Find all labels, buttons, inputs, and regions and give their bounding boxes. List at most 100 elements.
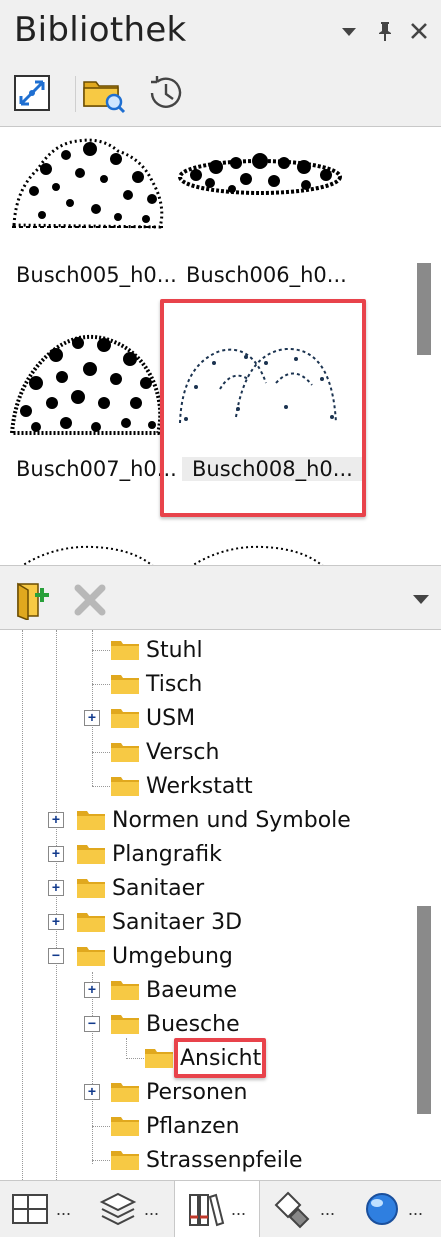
- tree-guide-line: [92, 972, 93, 1164]
- tree-expander[interactable]: +: [84, 1084, 100, 1100]
- pin-button[interactable]: [372, 18, 398, 44]
- tab-more-dots: ...: [408, 1199, 424, 1219]
- folder-icon: [77, 811, 105, 830]
- clock-history-icon: [150, 76, 182, 108]
- tree-item[interactable]: Versch: [110, 736, 219, 768]
- tree-expander[interactable]: +: [48, 812, 64, 828]
- tree-menu-button[interactable]: [408, 586, 434, 617]
- panel-title: Bibliothek: [14, 10, 187, 50]
- tab-objects[interactable]: ...: [264, 1181, 350, 1237]
- tree-item-label: Personen: [146, 1079, 248, 1105]
- panel-header: Bibliothek: [0, 0, 441, 62]
- tree-item-label: Tisch: [146, 671, 203, 697]
- tab-more-dots: ...: [320, 1199, 336, 1219]
- tree-expander[interactable]: +: [48, 846, 64, 862]
- tree-item[interactable]: Buesche: [110, 1008, 240, 1040]
- tree-item-label: Versch: [146, 739, 220, 765]
- tree-toolbar: [0, 566, 441, 630]
- thumbnail-label: Busch007_h0...: [16, 457, 177, 481]
- close-button[interactable]: [406, 18, 432, 44]
- folder-icon: [111, 1015, 139, 1034]
- folder-icon: [77, 913, 105, 932]
- tree-item[interactable]: Sanitaer: [76, 872, 204, 904]
- folder-icon: [77, 845, 105, 864]
- tree-item[interactable]: USM: [110, 702, 195, 734]
- tree-guide-line: [22, 630, 23, 1180]
- bush-thumbnail-image: [12, 138, 166, 229]
- tree-item[interactable]: Werkstatt: [110, 770, 253, 802]
- folder-icon: [111, 743, 139, 762]
- folder-icon: [77, 947, 105, 966]
- tab-library[interactable]: ...: [174, 1181, 260, 1237]
- tree-guide-line: [92, 1160, 110, 1161]
- tree-item[interactable]: Pflanzen: [110, 1110, 240, 1142]
- tree-item[interactable]: Stuhl: [110, 634, 203, 666]
- tree-expander[interactable]: +: [84, 710, 100, 726]
- thumbnail-label: Busch005_h0...: [16, 263, 177, 287]
- tree-guide-line: [92, 786, 110, 787]
- objects-shapes-icon: [274, 1191, 310, 1229]
- tab-layout[interactable]: ...: [0, 1181, 86, 1237]
- delete-button[interactable]: [72, 582, 108, 623]
- tree-expander[interactable]: +: [48, 914, 64, 930]
- folder-icon: [145, 1049, 173, 1068]
- tree-item[interactable]: Strassenpfeile: [110, 1144, 303, 1176]
- folder-icon: [111, 709, 139, 728]
- folder-icon: [111, 675, 139, 694]
- tree-item-label: Umgebung: [112, 943, 233, 969]
- tree-guide-line: [92, 650, 110, 651]
- tree-expander[interactable]: −: [48, 948, 64, 964]
- pin-icon: [379, 22, 391, 41]
- thumbnail-item[interactable]: Busch005_h0...: [6, 129, 177, 339]
- scale-diagonal-icon: [14, 75, 50, 111]
- tab-more-dots: ...: [56, 1199, 72, 1219]
- history-button[interactable]: [144, 72, 186, 114]
- tree-item-label: Pflanzen: [146, 1113, 240, 1139]
- tree-item-label: Plangrafik: [112, 841, 222, 867]
- tab-more-dots: ...: [231, 1199, 247, 1219]
- tree-expander[interactable]: +: [84, 982, 100, 998]
- tree-item-label: Stuhl: [146, 637, 203, 663]
- tree-guide-line: [56, 630, 57, 1180]
- thumbnail-label: Busch006_h0...: [186, 263, 347, 287]
- tree-item[interactable]: Plangrafik: [76, 838, 222, 870]
- new-folder-button[interactable]: [14, 580, 54, 625]
- library-toolbar: [0, 62, 441, 126]
- thumbnail-item[interactable]: Busch007_h0...: [6, 323, 177, 533]
- tree-scrollbar-thumb[interactable]: [417, 906, 431, 1114]
- layers-stack-icon: [99, 1192, 137, 1226]
- triangle-down-icon: [342, 28, 356, 36]
- thumbnail-scrollbar-thumb[interactable]: [417, 263, 431, 355]
- tree-item[interactable]: Umgebung: [76, 940, 233, 972]
- tree-item-label: Werkstatt: [146, 773, 253, 799]
- tree-item[interactable]: Personen: [110, 1076, 247, 1108]
- tree-guide-line: [92, 752, 110, 753]
- new-folder-icon: [17, 582, 49, 622]
- tree-expander[interactable]: −: [84, 1016, 100, 1032]
- tree-expander[interactable]: +: [48, 880, 64, 896]
- globe-sphere-icon: [366, 1193, 398, 1225]
- tab-globe[interactable]: ...: [352, 1181, 438, 1237]
- bush-thumbnail-image: [178, 153, 342, 195]
- tab-layers[interactable]: ...: [88, 1181, 174, 1237]
- bush-thumbnail-image: [191, 545, 324, 565]
- tree-item[interactable]: Normen und Symbole: [76, 804, 351, 836]
- folder-icon: [111, 1151, 139, 1170]
- tree-guide-line: [126, 1058, 144, 1059]
- browse-folder-button[interactable]: [82, 72, 128, 114]
- close-icon: [411, 23, 427, 39]
- bush-thumbnail-image: [9, 334, 163, 435]
- delete-x-icon: [74, 584, 106, 616]
- tab-more-dots: ...: [144, 1199, 160, 1219]
- tree-item[interactable]: Baeume: [110, 974, 237, 1006]
- panel-menu-button[interactable]: [336, 18, 362, 44]
- tree-item[interactable]: Tisch: [110, 668, 202, 700]
- bush-thumbnail-image: [21, 545, 154, 565]
- scale-button[interactable]: [12, 72, 54, 114]
- folder-search-icon: [83, 81, 126, 114]
- tree-item[interactable]: Sanitaer 3D: [76, 906, 242, 938]
- library-books-icon: [189, 1193, 225, 1227]
- folder-tree: Stuhl Tisch + USM Versch Werkstatt + Nor…: [0, 630, 441, 1180]
- tree-item-label: Sanitaer 3D: [112, 909, 243, 935]
- folder-icon: [111, 1083, 139, 1102]
